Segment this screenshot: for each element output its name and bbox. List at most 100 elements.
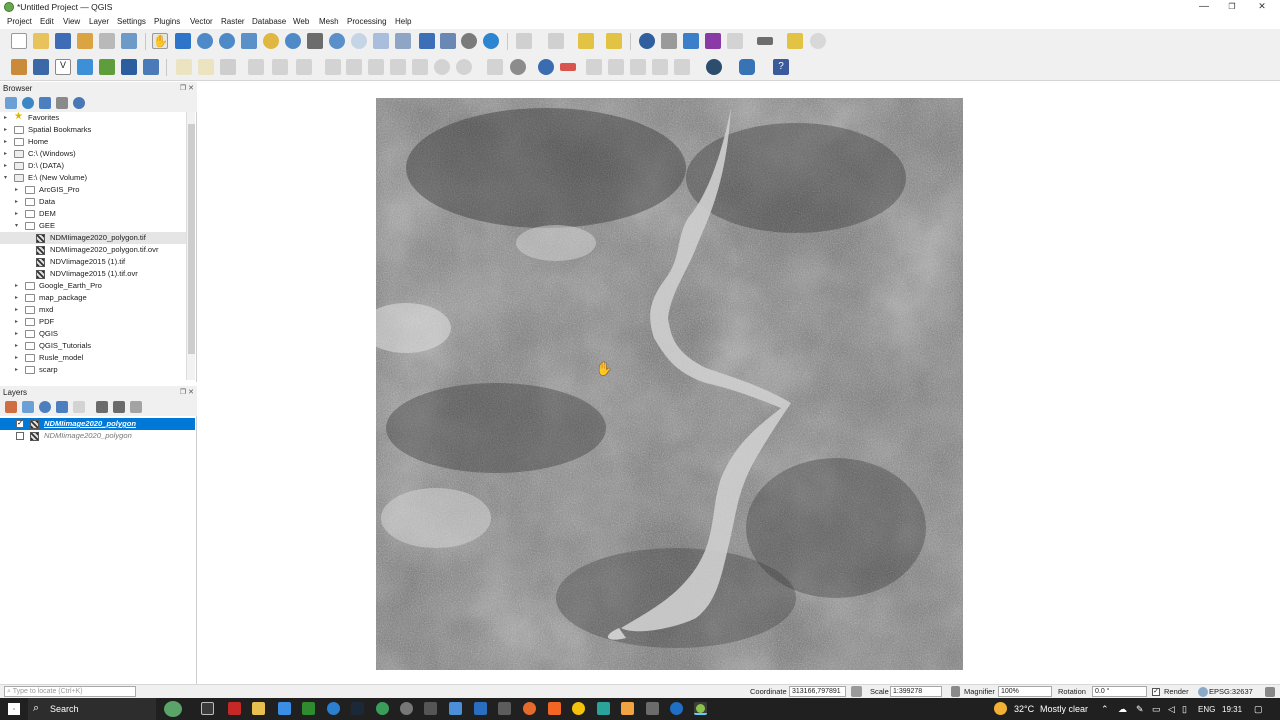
current-edits-icon[interactable]: [198, 59, 214, 75]
brave-icon[interactable]: [548, 702, 561, 715]
pan-to-selection-icon[interactable]: [175, 33, 191, 49]
task-view-icon[interactable]: [201, 702, 214, 715]
style-panel-icon[interactable]: [5, 401, 17, 413]
browser-item[interactable]: ▸ QGIS: [0, 328, 186, 340]
text-annotation-icon[interactable]: [810, 33, 826, 49]
app-icon-blue[interactable]: [449, 702, 462, 715]
firefox-icon[interactable]: [523, 702, 536, 715]
add-feature-icon[interactable]: [248, 59, 264, 75]
new-3d-view-icon[interactable]: [395, 33, 411, 49]
undo-icon[interactable]: [434, 59, 450, 75]
filter-legend-icon[interactable]: [56, 401, 68, 413]
layer-labeling-icon[interactable]: [510, 59, 526, 75]
data-source-manager-icon[interactable]: [11, 59, 27, 75]
label-tool-icon[interactable]: [487, 59, 503, 75]
copy-features-icon[interactable]: [390, 59, 406, 75]
expand-arrow-icon[interactable]: ▸: [15, 292, 18, 304]
quickmapservices-icon[interactable]: [706, 59, 722, 75]
identify-icon[interactable]: [639, 33, 655, 49]
browser-item[interactable]: ▸ Data: [0, 196, 186, 208]
chrome-icon[interactable]: [572, 702, 585, 715]
help-icon[interactable]: ?: [773, 59, 789, 75]
new-project-icon[interactable]: [11, 33, 27, 49]
menu-help[interactable]: Help: [395, 17, 411, 26]
messages-icon[interactable]: [1265, 687, 1275, 697]
browser-item[interactable]: ▸ PDF: [0, 316, 186, 328]
app-icon-red[interactable]: [228, 702, 241, 715]
expand-arrow-icon[interactable]: ▸: [15, 208, 18, 220]
expand-arrow-icon[interactable]: ▸: [15, 328, 18, 340]
change-label-icon[interactable]: [652, 59, 668, 75]
crs-indicator[interactable]: EPSG:32637: [1209, 687, 1253, 696]
deselect-icon[interactable]: [606, 33, 622, 49]
open-project-icon[interactable]: [33, 33, 49, 49]
menu-database[interactable]: Database: [252, 17, 286, 26]
coordinate-field[interactable]: 313166,797891: [789, 686, 846, 697]
browser-item[interactable]: ▸ mxd: [0, 304, 186, 316]
layer-item[interactable]: NDMIimage2020_polygon: [0, 430, 195, 442]
show-bookmarks-icon[interactable]: [440, 33, 456, 49]
menu-view[interactable]: View: [63, 17, 80, 26]
zoom-selection-icon[interactable]: [263, 33, 279, 49]
magnifier-field[interactable]: 100%: [998, 686, 1052, 697]
delete-selected-icon[interactable]: [346, 59, 362, 75]
extents-toggle-icon[interactable]: [851, 686, 862, 697]
battery-icon[interactable]: ▯: [1182, 704, 1187, 715]
new-bookmark-icon[interactable]: [419, 33, 435, 49]
zoom-native-icon[interactable]: [307, 33, 323, 49]
expand-arrow-icon[interactable]: ▸: [15, 352, 18, 364]
expand-arrow-icon[interactable]: ▸: [4, 112, 7, 124]
vertex-tool-icon[interactable]: [272, 59, 288, 75]
digitize-options-icon[interactable]: [296, 59, 312, 75]
browser-item[interactable]: ▾ GEE: [0, 220, 186, 232]
cloud-icon[interactable]: ☁: [1118, 704, 1127, 715]
add-vector-icon[interactable]: V: [55, 59, 71, 75]
browser-item[interactable]: NDVIimage2015 (1).tif: [0, 256, 186, 268]
move-label-icon[interactable]: [608, 59, 624, 75]
filter-browser-icon[interactable]: [39, 97, 51, 109]
processing-toolbox-icon[interactable]: [683, 33, 699, 49]
app-icon-grey[interactable]: [400, 702, 413, 715]
expand-arrow-icon[interactable]: ▸: [4, 124, 7, 136]
taskbar-search-box[interactable]: ⌕ Search: [28, 698, 156, 720]
zoom-last-icon[interactable]: [329, 33, 345, 49]
app-icon-download[interactable]: [474, 702, 487, 715]
rotation-field[interactable]: 0.0 °: [1092, 686, 1147, 697]
expand-all-icon[interactable]: [96, 401, 108, 413]
menu-raster[interactable]: Raster: [221, 17, 245, 26]
label-properties-icon[interactable]: [674, 59, 690, 75]
new-map-view-icon[interactable]: [373, 33, 389, 49]
expand-arrow-icon[interactable]: ▸: [15, 280, 18, 292]
mail-icon[interactable]: [278, 702, 291, 715]
open-field-calculator-icon[interactable]: [727, 33, 743, 49]
restore-button[interactable]: ❐: [1222, 1, 1242, 13]
expand-arrow-icon[interactable]: ▸: [4, 148, 7, 160]
add-delimited-text-icon[interactable]: [77, 59, 93, 75]
rotate-label-icon[interactable]: [630, 59, 646, 75]
browser-item[interactable]: ▾ E:\ (New Volume): [0, 172, 186, 184]
browser-item[interactable]: ▸ Home: [0, 136, 186, 148]
app-icon-orange[interactable]: [621, 702, 634, 715]
steam-icon[interactable]: [351, 702, 364, 715]
lock-scale-icon[interactable]: [951, 686, 960, 697]
select-features-icon[interactable]: [578, 33, 594, 49]
edge-icon[interactable]: [327, 702, 340, 715]
map-canvas[interactable]: ✋: [200, 82, 1280, 684]
app-icon-green[interactable]: [376, 702, 389, 715]
clock[interactable]: 19:31: [1222, 705, 1242, 714]
close-button[interactable]: ✕: [1252, 1, 1272, 13]
expand-arrow-icon[interactable]: ▸: [15, 316, 18, 328]
attribute-table-icon[interactable]: [661, 33, 677, 49]
remove-layer-icon[interactable]: [130, 401, 142, 413]
expand-arrow-icon[interactable]: ▸: [4, 160, 7, 172]
filter-expression-icon[interactable]: [73, 401, 85, 413]
manage-map-themes-icon[interactable]: [39, 401, 51, 413]
volume-icon[interactable]: ◁: [1168, 704, 1175, 715]
add-raster-icon[interactable]: [99, 59, 115, 75]
menu-edit[interactable]: Edit: [40, 17, 54, 26]
collapse-all-icon[interactable]: [56, 97, 68, 109]
browser-item[interactable]: ▸ scarp: [0, 364, 186, 376]
layer-visibility-checkbox[interactable]: [16, 432, 24, 440]
app-icon-blue-round[interactable]: [670, 702, 683, 715]
layer-visibility-checkbox[interactable]: ✓: [16, 420, 24, 428]
